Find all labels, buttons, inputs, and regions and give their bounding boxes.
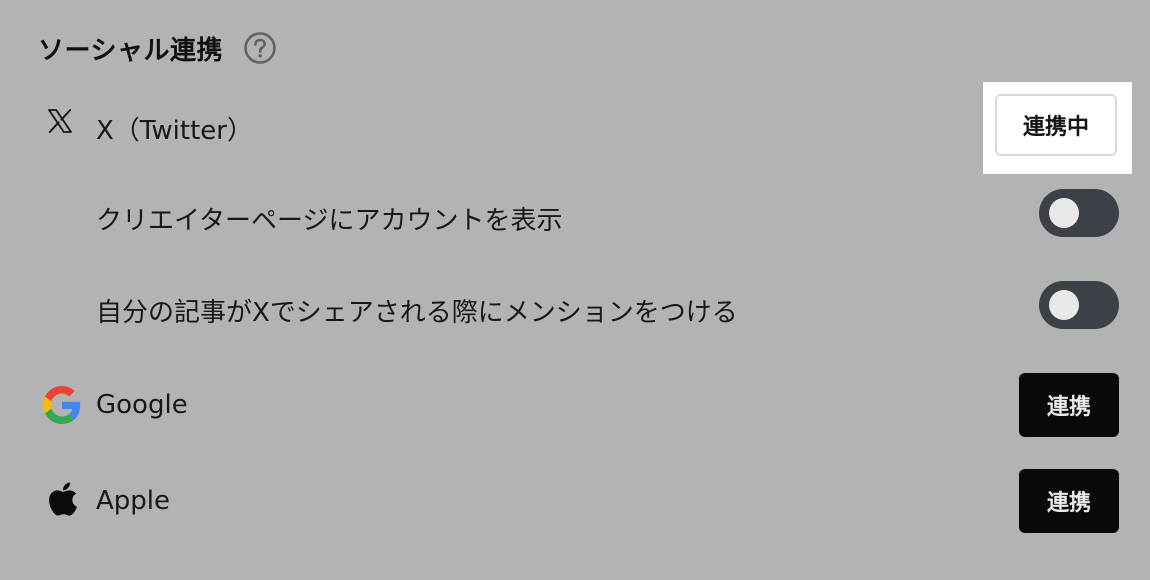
question-circle-icon[interactable] xyxy=(243,31,277,65)
section-title: ソーシャル連携 xyxy=(38,35,223,66)
x-logo-icon xyxy=(45,106,75,136)
google-connect-button[interactable]: 連携 xyxy=(1019,373,1119,437)
setting-row-mention: 自分の記事がXでシェアされる際にメンションをつける xyxy=(0,282,1150,330)
twitter-label: X（Twitter） xyxy=(96,116,253,146)
toggle-show-account[interactable] xyxy=(1039,189,1119,237)
google-logo-icon xyxy=(43,386,81,424)
setting-row-show-account: クリエイターページにアカウントを表示 xyxy=(0,190,1150,238)
google-row: Google xyxy=(0,376,1150,436)
apple-connect-button[interactable]: 連携 xyxy=(1019,469,1119,533)
google-label: Google xyxy=(96,390,188,420)
setting-label-mention: 自分の記事がXでシェアされる際にメンションをつける xyxy=(96,298,738,328)
toggle-knob xyxy=(1049,290,1079,320)
apple-label: Apple xyxy=(96,486,171,516)
toggle-mention[interactable] xyxy=(1039,281,1119,329)
twitter-row: X（Twitter） xyxy=(0,96,1150,156)
apple-row: Apple xyxy=(0,472,1150,532)
toggle-knob xyxy=(1049,198,1079,228)
twitter-connected-button[interactable]: 連携中 xyxy=(995,94,1117,156)
apple-logo-icon xyxy=(44,480,82,518)
social-links-header: ソーシャル連携 xyxy=(38,28,277,68)
setting-label-show-account: クリエイターページにアカウントを表示 xyxy=(96,206,563,236)
